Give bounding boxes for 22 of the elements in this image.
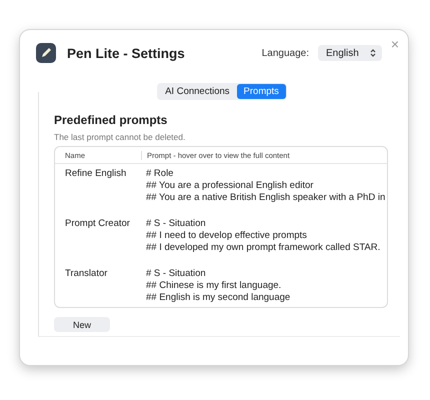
tab[interactable]: AI Connections — [158, 84, 237, 99]
language-select[interactable]: English — [318, 45, 382, 61]
prompt-name[interactable]: Refine English — [55, 168, 141, 204]
chevron-icon — [370, 48, 376, 58]
prompt-line: ## You are a native British English speaker with a PhD in — [145, 192, 386, 204]
prompt-line: ## I need to develop effective prompts — [145, 230, 308, 242]
prompt-line: ## Chinese is my first language. — [145, 280, 282, 292]
prompt-line: ## English is my second language — [145, 292, 290, 304]
language-label: Language: — [262, 48, 309, 58]
prompt-line: ## You are a professional English editor — [145, 180, 314, 192]
section-note: The last prompt cannot be deleted. — [54, 132, 186, 142]
prompt-line: # S - Situation — [145, 268, 207, 280]
prompt-line: # S - Situation — [145, 218, 207, 230]
prompt-name[interactable]: Prompt Creator — [55, 218, 141, 254]
pencil-icon — [36, 43, 56, 63]
new-button[interactable]: New — [54, 317, 110, 332]
prompt-line: # Role — [145, 168, 174, 180]
section-title: Predefined prompts — [54, 113, 168, 127]
prompt-line: ## I developed my own prompt framework called STAR. — [145, 242, 380, 254]
prompt-name[interactable]: Translator — [55, 268, 141, 304]
window-title: Pen Lite - Settings — [67, 46, 185, 60]
tab[interactable]: Prompts — [236, 84, 286, 99]
